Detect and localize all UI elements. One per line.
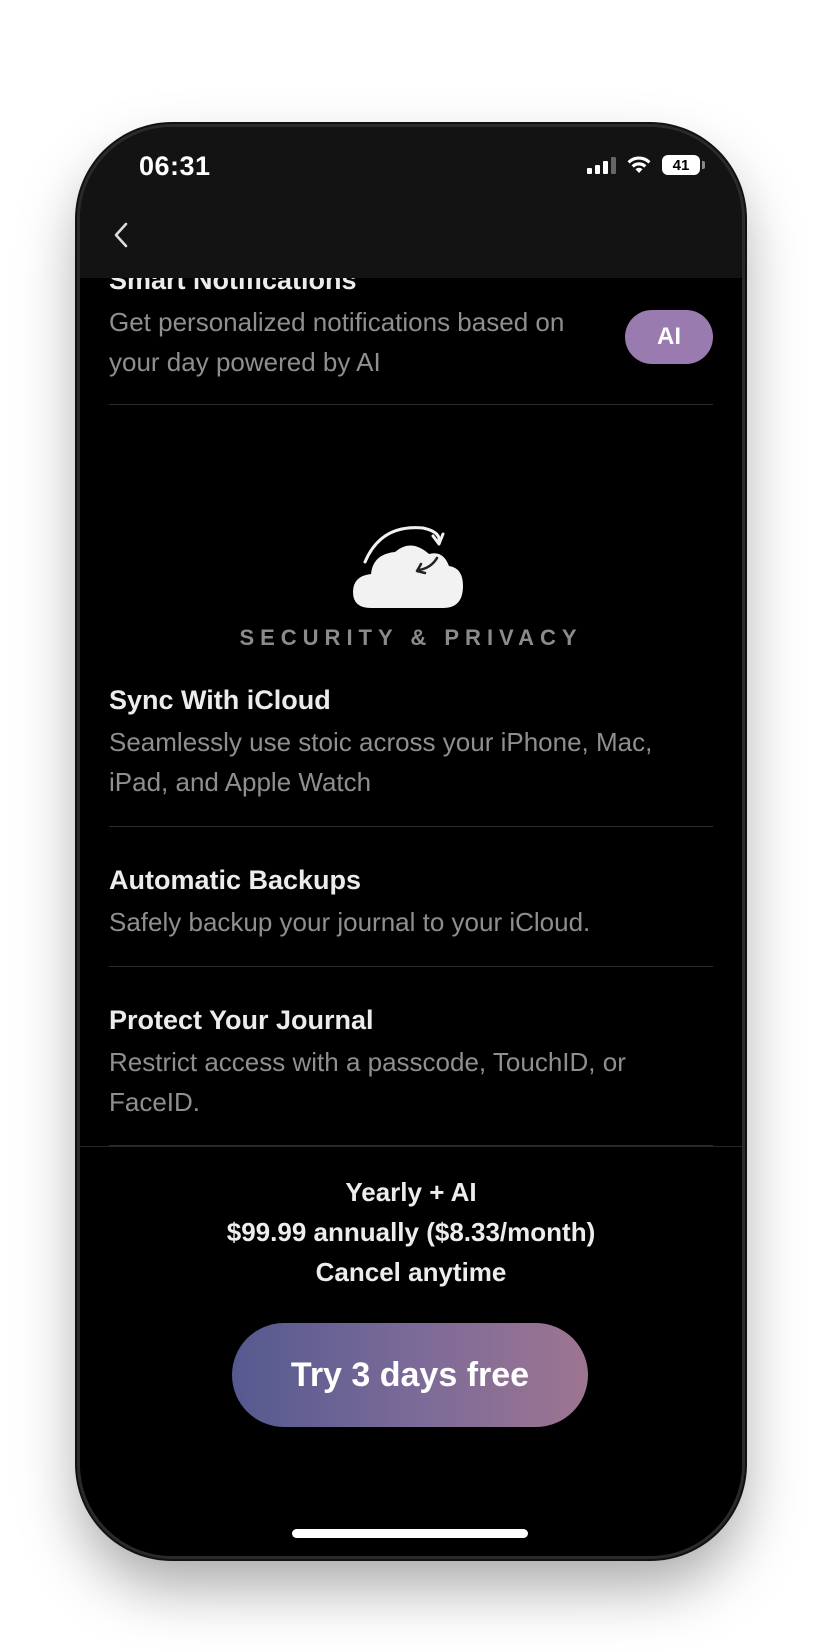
feature-protect-journal: Protect Your Journal Restrict access wit… — [109, 1004, 713, 1122]
plan-name: Yearly + AI — [345, 1177, 477, 1207]
back-button[interactable] — [106, 217, 136, 253]
icloud-sync-icon — [351, 524, 471, 612]
try-free-button[interactable]: Try 3 days free — [232, 1323, 588, 1427]
feature-title: Sync With iCloud — [109, 685, 331, 715]
plan-price: $99.99 annually ($8.33/month) — [226, 1217, 596, 1247]
cellular-signal-icon — [587, 156, 616, 174]
divider — [109, 404, 713, 405]
chevron-left-icon — [114, 222, 128, 248]
status-icons: 41 — [587, 153, 705, 177]
feature-sync-icloud: Sync With iCloud Seamlessly use stoic ac… — [109, 684, 713, 802]
feature-description: Restrict access with a passcode, TouchID… — [109, 1047, 626, 1117]
divider — [109, 826, 713, 827]
feature-title: Smart Notifications — [109, 278, 357, 295]
battery-icon: 41 — [662, 155, 705, 175]
purchase-panel: Yearly + AI $99.99 annually ($8.33/month… — [80, 1146, 742, 1556]
feature-automatic-backups: Automatic Backups Safely backup your jou… — [109, 864, 713, 942]
phone-frame: 06:31 41 Smart Notifications Get persona… — [80, 127, 742, 1556]
feature-description: Seamlessly use stoic across your iPhone,… — [109, 727, 653, 797]
feature-description: Get personalized notifications based on … — [109, 307, 565, 377]
ai-badge: AI — [625, 310, 713, 364]
feature-title: Protect Your Journal — [109, 1005, 374, 1035]
section-title: SECURITY & PRIVACY — [239, 625, 583, 650]
feature-title: Automatic Backups — [109, 865, 362, 895]
plan-note: Cancel anytime — [315, 1257, 507, 1287]
top-bar: 06:31 41 — [80, 127, 742, 278]
home-indicator — [292, 1529, 528, 1538]
feature-smart-notifications: Smart Notifications Get personalized not… — [109, 278, 713, 382]
wifi-icon — [627, 156, 651, 173]
status-time: 06:31 — [139, 151, 211, 181]
feature-description: Safely backup your journal to your iClou… — [109, 907, 591, 937]
divider — [109, 966, 713, 967]
